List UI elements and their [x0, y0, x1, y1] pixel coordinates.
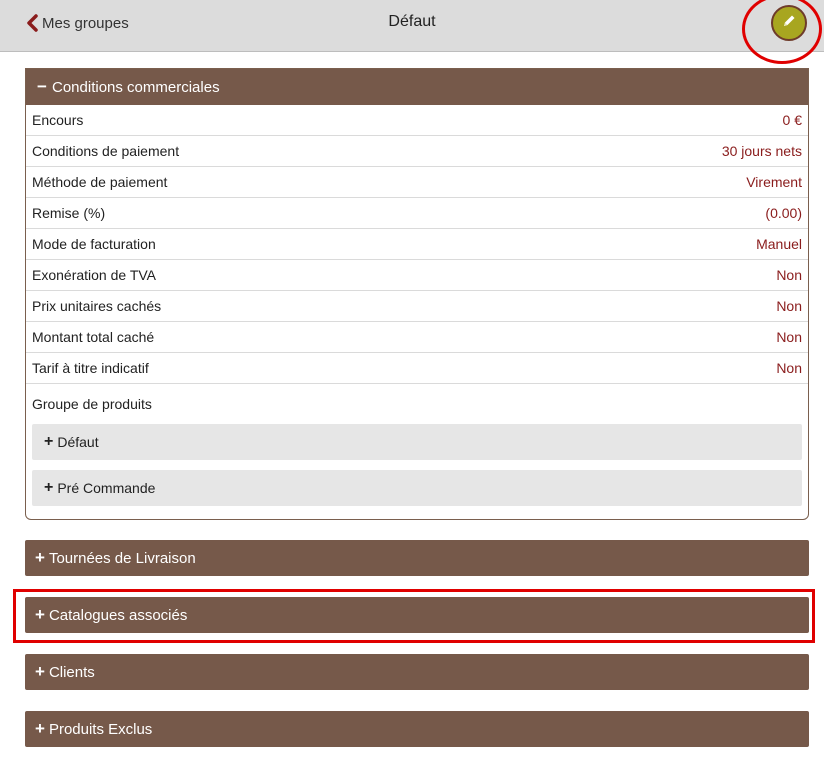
product-group-name: Pré Commande [57, 480, 156, 496]
condition-value: Non [776, 298, 802, 314]
condition-label: Conditions de paiement [32, 143, 180, 159]
section-catalogues[interactable]: + Catalogues associés [25, 597, 809, 633]
top-bar: Mes groupes Défaut [0, 0, 824, 52]
condition-row: Remise (%) (0.00) [26, 198, 808, 229]
conditions-header[interactable]: − Conditions commerciales [26, 69, 808, 105]
condition-value: (0.00) [765, 205, 802, 221]
plus-icon: + [44, 433, 54, 450]
condition-label: Tarif à titre indicatif [32, 360, 149, 376]
section-title: Tournées de Livraison [48, 549, 196, 567]
condition-row: Tarif à titre indicatif Non [26, 353, 808, 384]
condition-label: Encours [32, 112, 84, 128]
section-title: Produits Exclus [48, 720, 153, 738]
condition-row: Prix unitaires cachés Non [26, 291, 808, 322]
page-title: Défaut [388, 13, 436, 30]
pencil-icon [781, 13, 797, 34]
condition-row: Mode de facturation Manuel [26, 229, 808, 260]
condition-row: Exonération de TVA Non [26, 260, 808, 291]
condition-label: Prix unitaires cachés [32, 298, 162, 314]
section-tournees[interactable]: + Tournées de Livraison [25, 540, 809, 576]
condition-value: Non [776, 267, 802, 283]
product-group-default[interactable]: + Défaut [32, 424, 802, 460]
plus-icon: + [44, 479, 54, 496]
condition-row: Encours 0 € [26, 105, 808, 136]
condition-row: Conditions de paiement 30 jours nets [26, 136, 808, 167]
condition-label: Méthode de paiement [32, 174, 168, 190]
condition-label: Montant total caché [32, 329, 155, 345]
plus-icon: + [35, 548, 45, 567]
conditions-title: Conditions commerciales [52, 78, 220, 96]
condition-value: Non [776, 360, 802, 376]
condition-label: Exonération de TVA [32, 267, 157, 283]
edit-button[interactable] [771, 5, 807, 41]
section-produits-exclus[interactable]: + Produits Exclus [25, 711, 809, 747]
conditions-panel: − Conditions commerciales Encours 0 € Con… [25, 68, 809, 520]
plus-icon: + [35, 605, 45, 624]
product-group-precommande[interactable]: + Pré Commande [32, 470, 802, 506]
condition-value: Manuel [756, 236, 802, 252]
condition-label: Mode de facturation [32, 236, 156, 252]
condition-label: Remise (%) [32, 205, 106, 221]
condition-row: Méthode de paiement Virement [26, 167, 808, 198]
condition-value: Virement [746, 174, 802, 190]
product-group-label: Groupe de produits [32, 396, 152, 412]
condition-value: 0 € [782, 112, 802, 128]
section-title: Clients [48, 663, 95, 681]
section-title: Catalogues associés [48, 606, 188, 624]
condition-value: 30 jours nets [721, 143, 802, 159]
plus-icon: + [35, 719, 45, 738]
section-clients[interactable]: + Clients [25, 654, 809, 690]
condition-row: Montant total caché Non [26, 322, 808, 353]
plus-icon: + [35, 662, 45, 681]
minus-icon: − [37, 77, 47, 96]
condition-value: Non [776, 329, 802, 345]
product-group-name: Défaut [57, 434, 99, 450]
